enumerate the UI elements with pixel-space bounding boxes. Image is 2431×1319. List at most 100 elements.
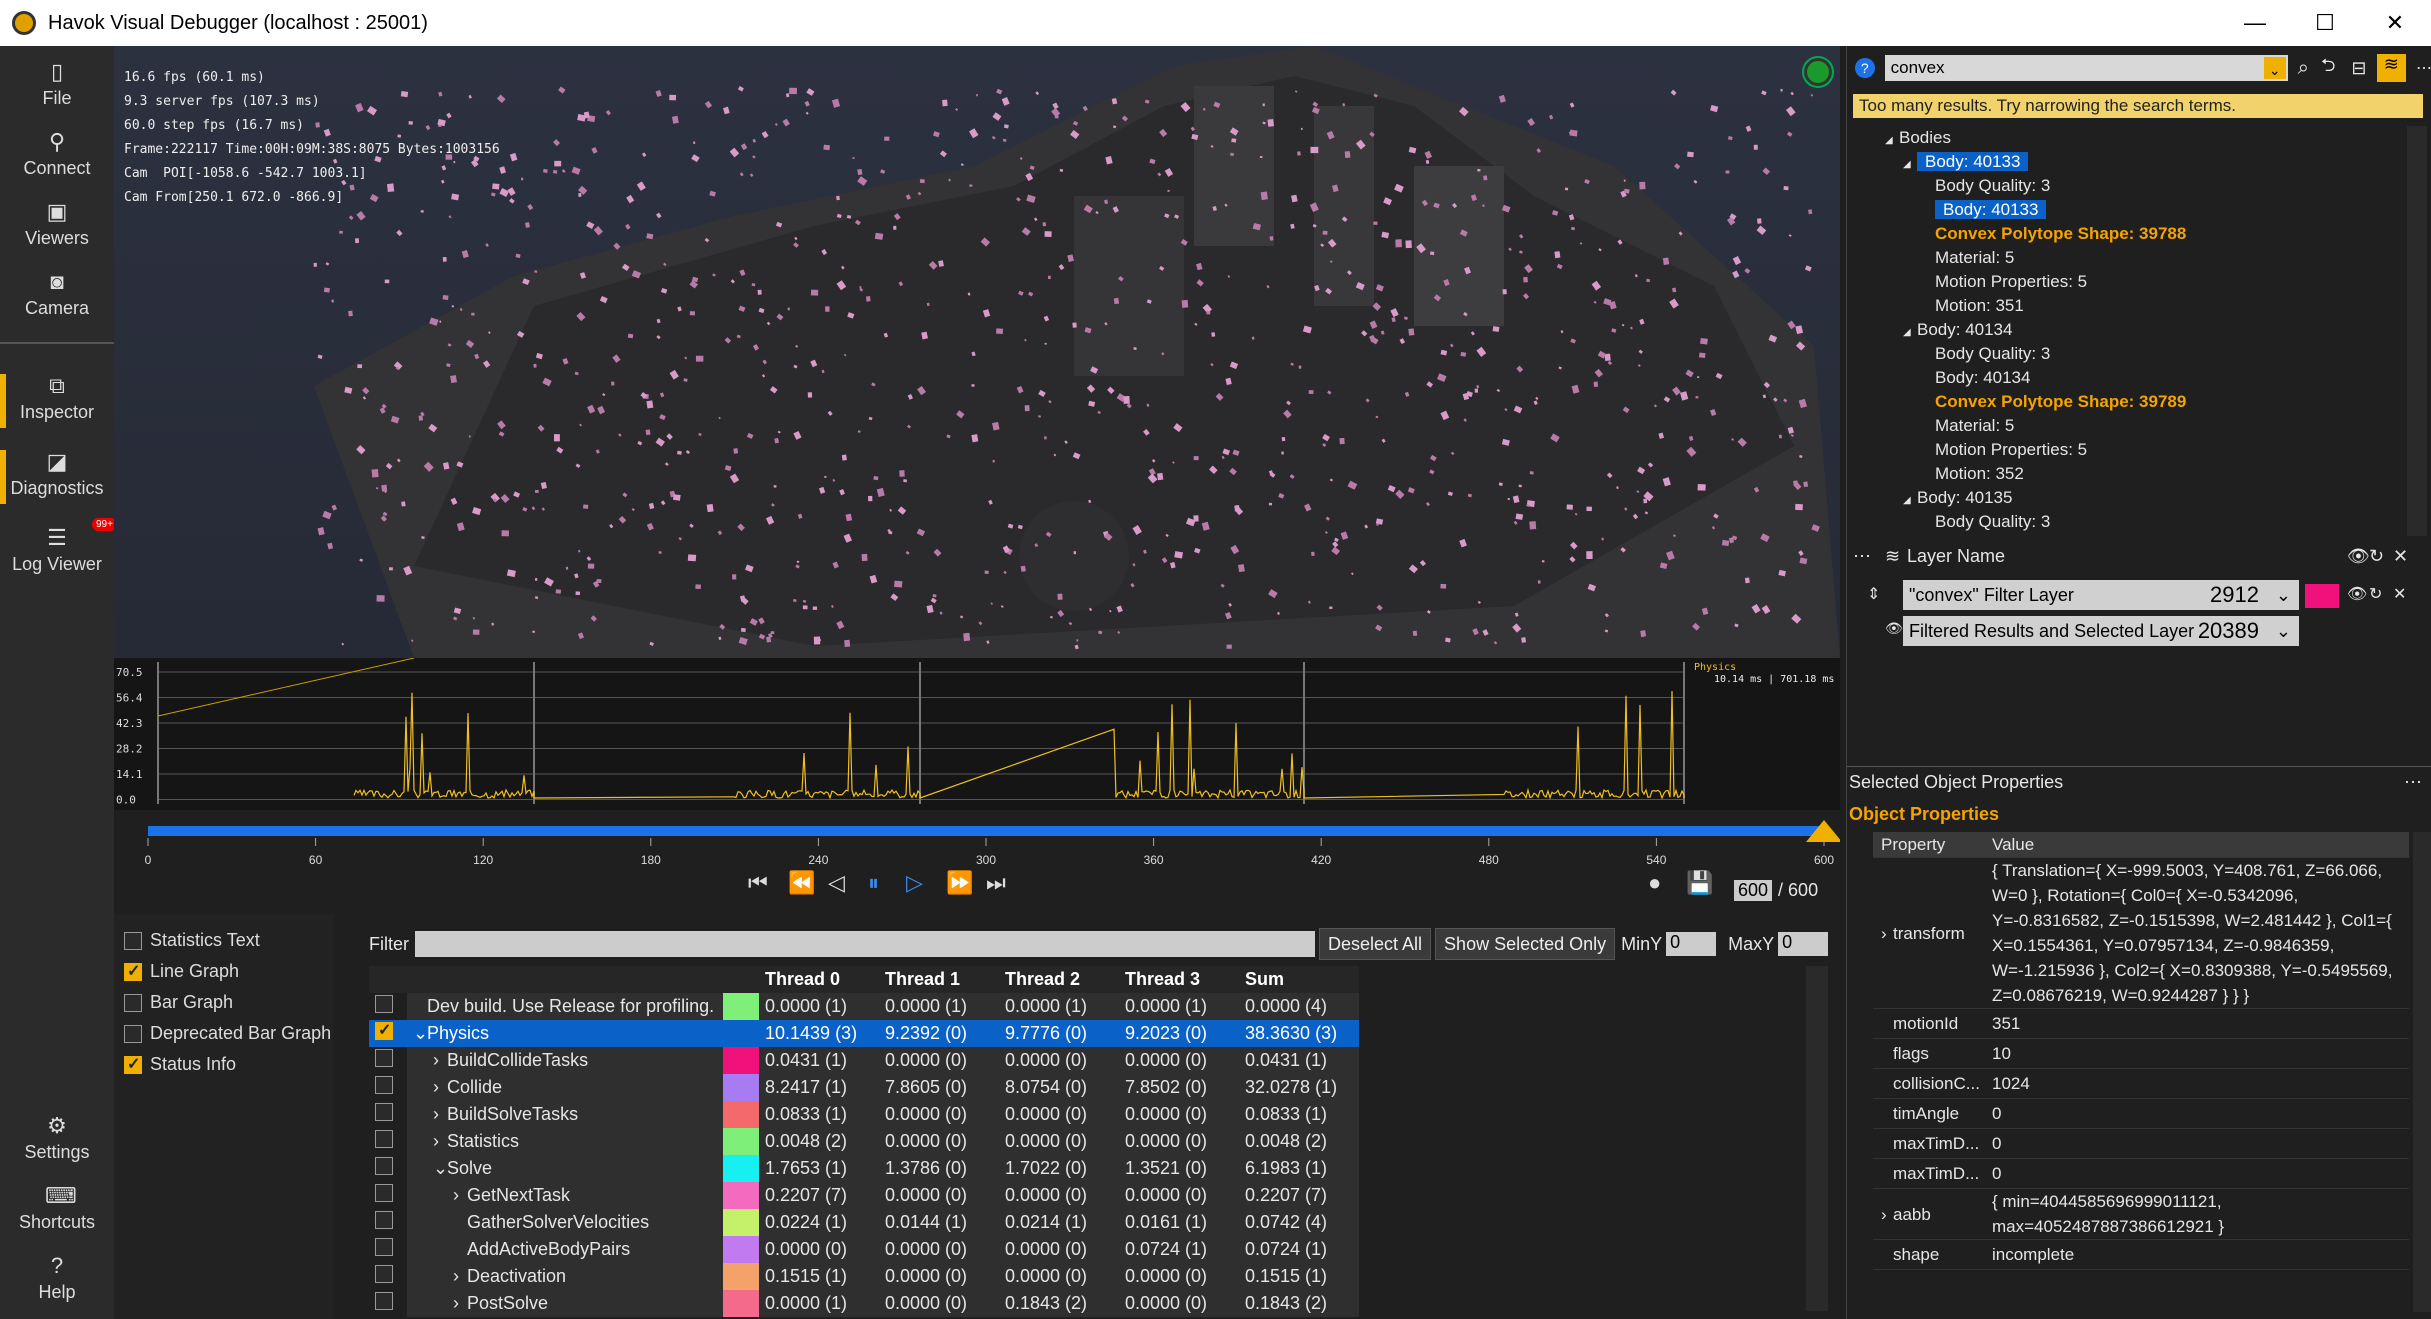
row-name[interactable]: › Deactivation: [407, 1263, 723, 1290]
chevron-down-icon[interactable]: ⌄: [2263, 57, 2286, 79]
row-color-swatch[interactable]: [723, 1155, 759, 1182]
chevron-down-icon[interactable]: ⌄: [2276, 580, 2291, 610]
layer-name-header[interactable]: Layer Name: [1907, 546, 2005, 567]
prev-frame-button[interactable]: ⏪: [788, 870, 815, 896]
play-button[interactable]: ▷: [906, 870, 923, 896]
row-color-swatch[interactable]: [723, 1047, 759, 1074]
row-checkbox-cell[interactable]: [369, 993, 407, 1020]
column-header[interactable]: Thread 2: [999, 966, 1119, 993]
first-frame-button[interactable]: ⏮: [748, 870, 768, 896]
last-frame-button[interactable]: ⏭: [986, 870, 1006, 896]
tree-node[interactable]: ◢ Body: 40134: [1847, 318, 2417, 342]
properties-scrollbar[interactable]: [2413, 832, 2431, 1312]
table-row[interactable]: › BuildSolveTasks 0.0833 (1) 0.0000 (0) 0.00…: [369, 1101, 1359, 1128]
nav-shortcuts[interactable]: ⌨ Shortcuts: [0, 1176, 114, 1242]
visibility-icon[interactable]: 👁: [1885, 620, 1903, 637]
chevron-right-icon[interactable]: ›: [433, 1077, 447, 1098]
checkbox[interactable]: [375, 995, 393, 1013]
row-checkbox-cell[interactable]: [369, 1101, 407, 1128]
row-checkbox-cell[interactable]: [369, 1263, 407, 1290]
column-header[interactable]: Thread 3: [1119, 966, 1239, 993]
miny-input[interactable]: 0: [1666, 932, 1717, 956]
row-name[interactable]: Dev build. Use Release for profiling.: [407, 993, 723, 1020]
row-name[interactable]: AddActiveBodyPairs: [407, 1236, 723, 1263]
chevron-right-icon[interactable]: ›: [433, 1104, 447, 1125]
checkbox[interactable]: [124, 931, 142, 950]
tree-node[interactable]: Body Quality: 3: [1847, 342, 2417, 366]
property-row[interactable]: motionId 351: [1873, 1009, 2409, 1039]
chevron-right-icon[interactable]: ›: [433, 1050, 447, 1071]
layer-row[interactable]: Filtered Results and Selected Layer 20389…: [1903, 616, 2299, 646]
nav-inspector[interactable]: ⧉ Inspector: [0, 366, 114, 432]
table-row[interactable]: ⌄Solve 1.7653 (1) 1.3786 (0) 1.7022 (0) 1.35…: [369, 1155, 1359, 1182]
nav-file[interactable]: ▯ File: [0, 52, 114, 118]
show-selected-only-button[interactable]: Show Selected Only: [1435, 928, 1616, 960]
checkbox[interactable]: [124, 1054, 142, 1074]
row-checkbox-cell[interactable]: [369, 1182, 407, 1209]
row-color-swatch[interactable]: [723, 1290, 759, 1317]
tree-node[interactable]: ◢ Body: 40135: [1847, 486, 2417, 510]
table-row[interactable]: › GetNextTask 0.2207 (7) 0.0000 (0) 0.0000 (…: [369, 1182, 1359, 1209]
deprecated-bar-graph-checkbox[interactable]: Deprecated Bar Graph: [124, 1023, 331, 1044]
line-graph-checkbox[interactable]: Line Graph: [124, 961, 239, 982]
checkbox[interactable]: [375, 1265, 393, 1283]
tree-node[interactable]: Body Quality: 3: [1847, 510, 2417, 534]
nav-connect[interactable]: ⚲ Connect: [0, 122, 114, 188]
row-checkbox-cell[interactable]: [369, 1047, 407, 1074]
checkbox[interactable]: [375, 1211, 393, 1229]
bar-graph-checkbox[interactable]: Bar Graph: [124, 992, 233, 1013]
checkbox[interactable]: [375, 1130, 393, 1148]
table-row[interactable]: › Deactivation 0.1515 (1) 0.0000 (0) 0.0000 …: [369, 1263, 1359, 1290]
row-color-swatch[interactable]: [723, 1101, 759, 1128]
statistics-text-checkbox[interactable]: Statistics Text: [124, 930, 260, 951]
stats-scrollbar[interactable]: [1806, 966, 1828, 1311]
tree-node[interactable]: Motion Properties: 5: [1847, 438, 2417, 462]
next-frame-button[interactable]: ⏩: [946, 870, 973, 896]
chevron-right-icon[interactable]: ›: [1881, 919, 1893, 948]
tree-node[interactable]: Material: 5: [1847, 414, 2417, 438]
chevron-right-icon[interactable]: ›: [453, 1293, 467, 1314]
collapse-icon[interactable]: ⊟: [2351, 58, 2366, 79]
row-checkbox-cell[interactable]: [369, 1236, 407, 1263]
row-name[interactable]: › PostSolve: [407, 1290, 723, 1317]
checkbox[interactable]: [375, 1103, 393, 1121]
tree-node[interactable]: ◢ Bodies: [1847, 126, 2417, 150]
help-icon[interactable]: ?: [1855, 58, 1875, 78]
close-icon[interactable]: ✕: [2393, 584, 2406, 604]
tree-node[interactable]: Material: 5: [1847, 246, 2417, 270]
nav-camera[interactable]: ◙ Camera: [0, 262, 114, 328]
tree-arrow-icon[interactable]: ◢: [1885, 129, 1899, 153]
property-row[interactable]: shape incomplete: [1873, 1240, 2409, 1270]
tree-node[interactable]: Motion: 352: [1847, 462, 2417, 486]
row-color-swatch[interactable]: [723, 1209, 759, 1236]
close-icon[interactable]: ✕: [2393, 546, 2408, 567]
column-header[interactable]: Thread 1: [879, 966, 999, 993]
row-checkbox-cell[interactable]: [369, 1155, 407, 1182]
table-row[interactable]: AddActiveBodyPairs 0.0000 (0) 0.0000 (0) 0.…: [369, 1236, 1359, 1263]
checkbox[interactable]: [124, 961, 142, 981]
property-row[interactable]: › transform{ Translation={ X=-999.5003, Y…: [1873, 858, 2409, 1009]
visibility-icon[interactable]: 👁: [2347, 546, 2370, 567]
row-checkbox-cell[interactable]: [369, 1209, 407, 1236]
pause-button[interactable]: ⏸: [868, 870, 879, 896]
row-name[interactable]: › BuildSolveTasks: [407, 1101, 723, 1128]
checkbox[interactable]: [375, 1076, 393, 1094]
row-color-swatch[interactable]: [723, 1182, 759, 1209]
frame-input[interactable]: 600: [1734, 880, 1773, 901]
row-checkbox-cell[interactable]: [369, 1128, 407, 1155]
table-row[interactable]: GatherSolverVelocities 0.0224 (1) 0.0144 (…: [369, 1209, 1359, 1236]
timeline[interactable]: 0 60 120 180 240 300 360 420 480 540 600: [114, 810, 1842, 914]
checkbox[interactable]: [375, 1049, 393, 1067]
timeline-scrubber[interactable]: 0 60 120 180 240 300 360 420 480 540 600: [114, 810, 1842, 870]
tree-arrow-icon[interactable]: ◢: [1903, 153, 1917, 177]
nav-viewers[interactable]: ▣ Viewers: [0, 192, 114, 258]
save-icon[interactable]: 💾: [1686, 870, 1713, 896]
checkbox[interactable]: [124, 1024, 142, 1043]
nav-help[interactable]: ? Help: [0, 1246, 114, 1312]
table-row[interactable]: › PostSolve 0.0000 (1) 0.0000 (0) 0.1843 (2)…: [369, 1290, 1359, 1317]
chevron-down-icon[interactable]: ⌄: [2276, 616, 2291, 646]
tree-node[interactable]: Body: 40133: [1847, 198, 2417, 222]
row-name[interactable]: GatherSolverVelocities: [407, 1209, 723, 1236]
status-info-checkbox[interactable]: Status Info: [124, 1054, 236, 1075]
step-back-button[interactable]: ◁: [828, 870, 845, 896]
